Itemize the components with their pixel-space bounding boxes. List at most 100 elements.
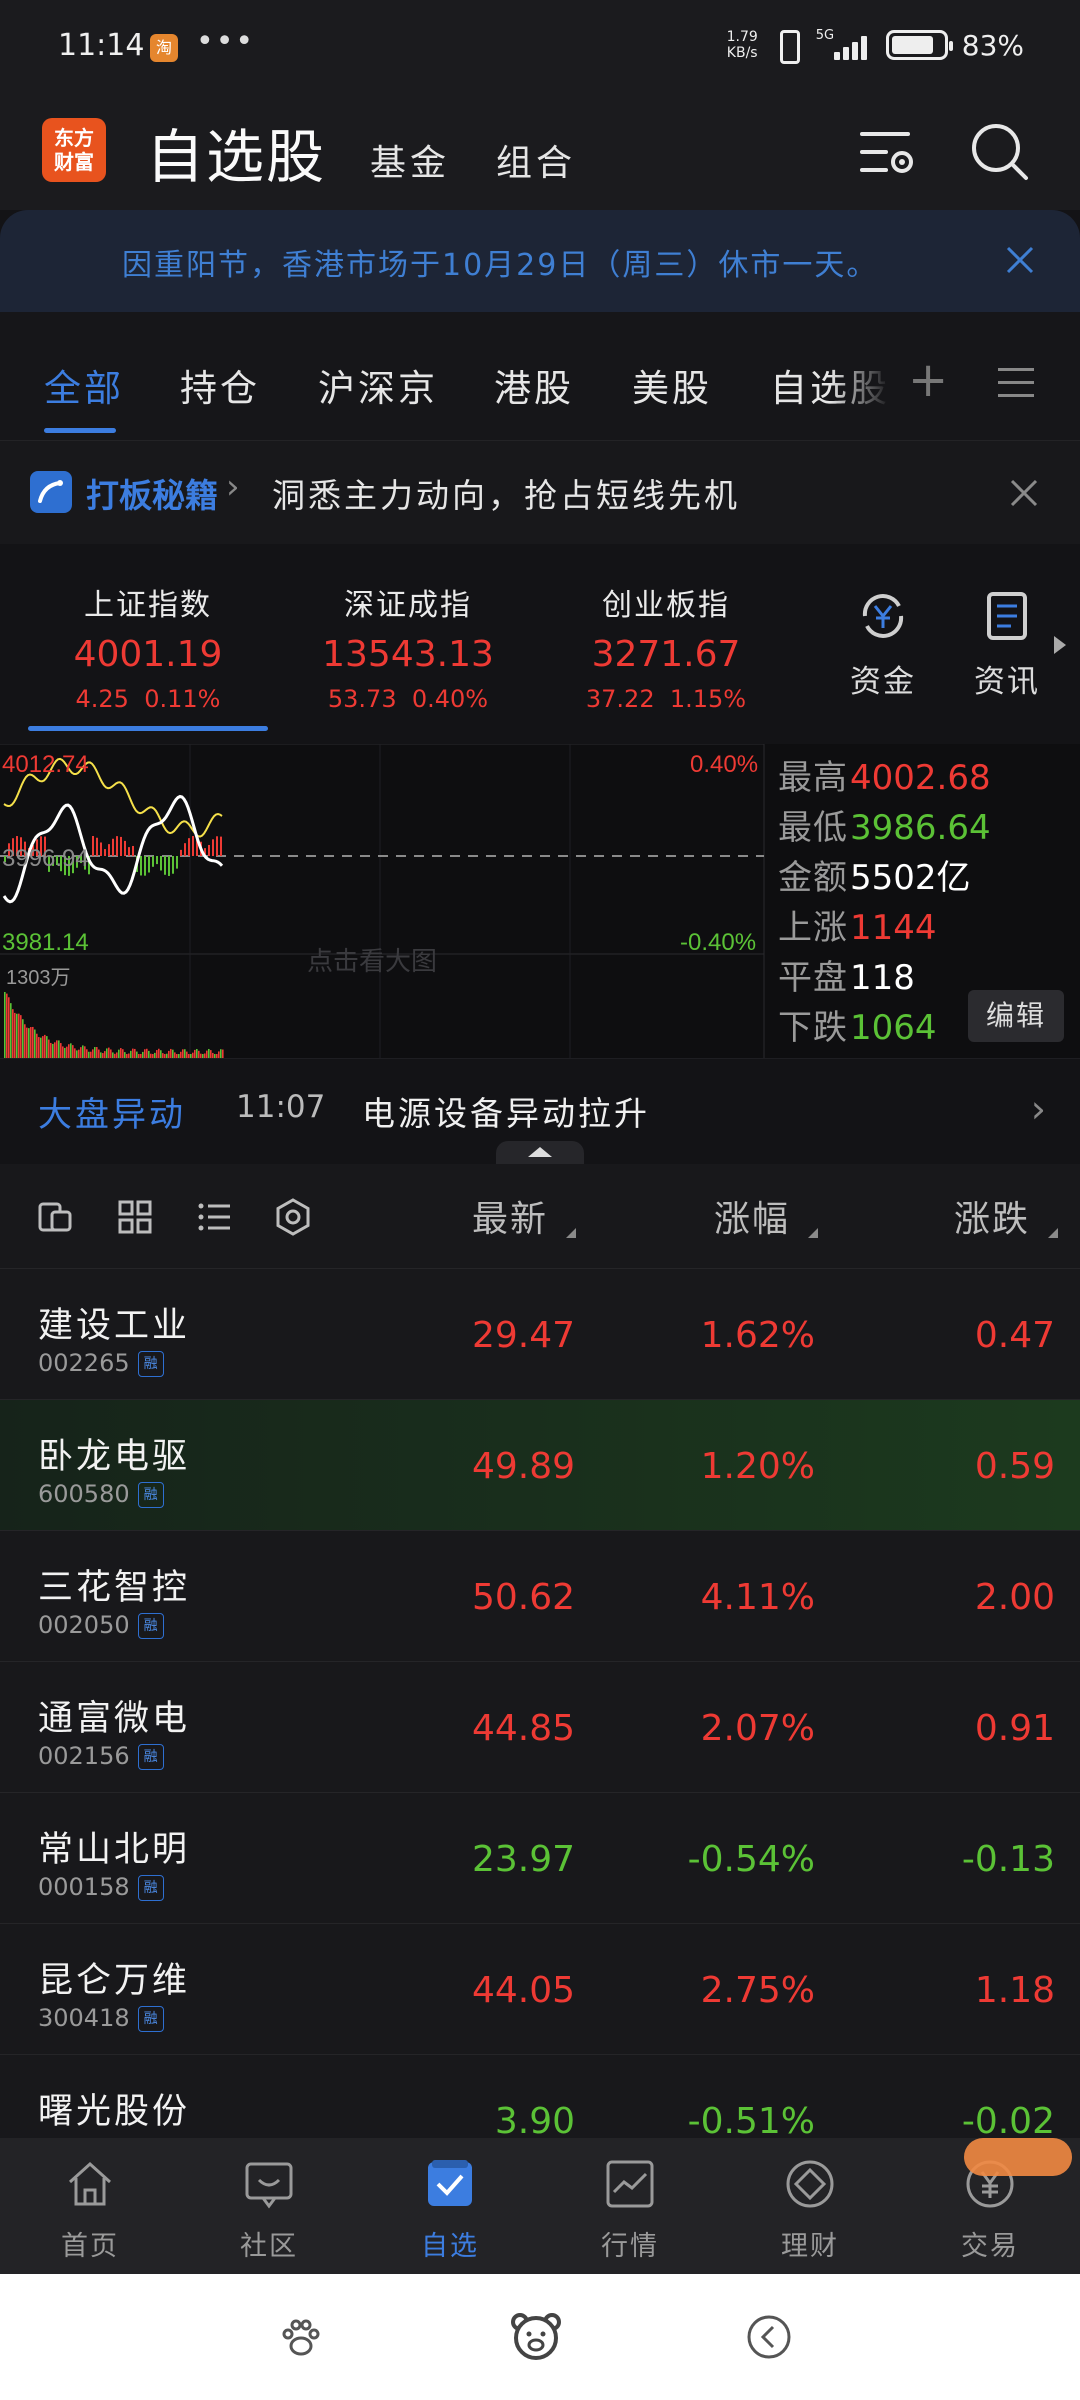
column-change-pct[interactable]: 涨幅 xyxy=(714,1190,818,1242)
settings-list-icon[interactable] xyxy=(856,120,920,184)
market-movement[interactable]: 大盘异动 11:07 电源设备异动拉升 › xyxy=(0,1058,1080,1165)
watchlist-icon xyxy=(428,2160,472,2206)
column-latest[interactable]: 最新 xyxy=(472,1190,576,1242)
import-icon[interactable] xyxy=(36,1198,74,1236)
chevron-right-icon: › xyxy=(1030,1087,1046,1131)
more-arrow-icon[interactable] xyxy=(1054,636,1066,654)
tab-shsz[interactable]: 沪深京 xyxy=(318,358,438,412)
promo-tag: 打板秘籍 xyxy=(86,476,218,515)
close-icon[interactable] xyxy=(1006,475,1042,511)
margin-badge: 融 xyxy=(137,1875,164,1901)
add-tab-icon[interactable]: + xyxy=(908,352,948,408)
tab-hk[interactable]: 港股 xyxy=(494,358,574,412)
paw-icon[interactable] xyxy=(276,2312,326,2362)
flow-bar xyxy=(216,836,218,856)
volume-bar xyxy=(6,993,8,1058)
bottom-nav: 首页 社区 自选 行情 理财 交易 xyxy=(0,2138,1080,2274)
news-button[interactable]: 资讯 xyxy=(962,588,1052,701)
status-time: 11:14 xyxy=(58,28,145,63)
tab-active-indicator xyxy=(44,428,116,433)
table-row[interactable]: 常山北明 000158 融 23.97 -0.54% -0.13 xyxy=(0,1792,1080,1923)
volume-bar xyxy=(74,1048,76,1058)
nav-watchlist[interactable]: 自选 xyxy=(390,2156,510,2263)
table-row[interactable]: 卧龙电驱 600580 融 49.89 1.20% 0.59 xyxy=(0,1399,1080,1530)
table-row[interactable]: 建设工业 002265 融 29.47 1.62% 0.47 xyxy=(0,1268,1080,1399)
volume-bar xyxy=(144,1049,146,1058)
fund-flow-button[interactable]: 资金 xyxy=(838,588,928,701)
volume-bar xyxy=(106,1048,108,1058)
tab-menu-icon[interactable] xyxy=(998,368,1034,398)
volume-bar xyxy=(194,1049,196,1058)
volume-bar xyxy=(50,1042,52,1058)
volume-bar xyxy=(92,1049,94,1058)
chart-high-label: 4012.74 xyxy=(2,751,89,778)
volume-bar xyxy=(170,1048,172,1058)
table-row[interactable]: 三花智控 002050 融 50.62 4.11% 2.00 xyxy=(0,1530,1080,1661)
flow-bar xyxy=(152,856,154,867)
column-change[interactable]: 涨跌 xyxy=(954,1190,1058,1242)
chart-pct-high: 0.40% xyxy=(690,751,758,778)
index-shenzhen[interactable]: 深证成指 13543.13 53.73 0.40% xyxy=(288,580,528,713)
volume-bar xyxy=(70,1043,72,1058)
market-stats: 最高4002.68 最低3986.64 金额5502亿 上涨1144 平盘118… xyxy=(778,750,991,1050)
search-icon[interactable] xyxy=(968,120,1032,184)
system-nav-bar xyxy=(0,2274,1080,2400)
volume-bar xyxy=(110,1049,112,1058)
table-row[interactable]: 曙光股份 600303 3.90 -0.51% -0.02 xyxy=(0,2054,1080,2138)
volume-bar xyxy=(134,1048,136,1058)
chart-volume-label: 1303万 xyxy=(6,967,71,989)
volume-bar xyxy=(104,1051,106,1058)
grid-view-icon[interactable] xyxy=(116,1198,154,1236)
index-chinext[interactable]: 创业板指 3271.67 37.22 1.15% xyxy=(546,580,786,713)
volume-bar xyxy=(52,1043,54,1058)
margin-badge: 融 xyxy=(137,1482,164,1508)
tab-holdings[interactable]: 持仓 xyxy=(180,358,260,412)
flow-bar xyxy=(104,849,106,856)
margin-badge: 融 xyxy=(137,2006,164,2032)
tab-all[interactable]: 全部 xyxy=(44,358,124,412)
battery-icon xyxy=(885,30,953,60)
volume-bar xyxy=(184,1049,186,1058)
flow-bar xyxy=(96,837,98,856)
volume-bar xyxy=(28,1028,30,1058)
intraday-chart[interactable]: 4012.74 3996.94 3981.14 1303万 0.40% -0.4… xyxy=(0,744,1080,1058)
volume-bar xyxy=(40,1037,42,1058)
nav-wealth[interactable]: 理财 xyxy=(750,2156,870,2263)
bear-icon[interactable] xyxy=(508,2308,564,2364)
edit-button[interactable]: 编辑 xyxy=(968,990,1064,1042)
flow-bar xyxy=(100,842,102,856)
trade-promo-pill[interactable] xyxy=(964,2138,1072,2176)
volume-bar xyxy=(84,1046,86,1058)
watchlist-tabs: 全部 持仓 沪深京 港股 美股 自选股 + xyxy=(0,312,1080,440)
close-icon[interactable] xyxy=(1000,240,1040,280)
movement-text: 电源设备异动拉升 xyxy=(362,1094,650,1133)
chart-watermark: 点击看大图 xyxy=(307,947,437,977)
volume-bar xyxy=(218,1051,220,1058)
tab-us[interactable]: 美股 xyxy=(632,358,712,412)
volume-bar xyxy=(26,1027,28,1058)
tab-fund[interactable]: 基金 xyxy=(370,134,450,186)
chevron-right-icon: › xyxy=(226,467,240,507)
nav-community[interactable]: 社区 xyxy=(209,2156,329,2263)
tab-portfolio[interactable]: 组合 xyxy=(496,134,576,186)
nav-market[interactable]: 行情 xyxy=(570,2156,690,2263)
table-row[interactable]: 通富微电 002156 融 44.85 2.07% 0.91 xyxy=(0,1661,1080,1792)
eastmoney-logo[interactable]: 东方 财富 xyxy=(42,118,106,182)
table-row[interactable]: 昆仑万维 300418 融 44.05 2.75% 1.18 xyxy=(0,1923,1080,2054)
promo-banner[interactable]: 打板秘籍 › 洞悉主力动向，抢占短线先机 xyxy=(0,440,1080,544)
settings-hex-icon[interactable] xyxy=(274,1198,312,1236)
volume-bar xyxy=(24,1024,26,1058)
collapse-handle-icon[interactable] xyxy=(496,1141,584,1165)
index-shanghai[interactable]: 上证指数 4001.19 4.25 0.11% xyxy=(28,580,268,713)
page-title[interactable]: 自选股 xyxy=(146,110,326,194)
vibrate-icon xyxy=(772,28,802,64)
volume-bar xyxy=(82,1045,84,1058)
holiday-notice[interactable]: 因重阳节，香港市场于10月29日（周三）休市一天。 xyxy=(0,210,1080,312)
volume-bar xyxy=(14,1012,16,1058)
notice-text: 因重阳节，香港市场于10月29日（周三）休市一天。 xyxy=(122,248,879,283)
yuan-cycle-icon xyxy=(862,594,904,638)
list-view-icon[interactable] xyxy=(196,1198,234,1236)
back-icon[interactable] xyxy=(744,2312,794,2362)
chart-pct-low: -0.40% xyxy=(680,929,756,956)
nav-home[interactable]: 首页 xyxy=(30,2156,150,2263)
